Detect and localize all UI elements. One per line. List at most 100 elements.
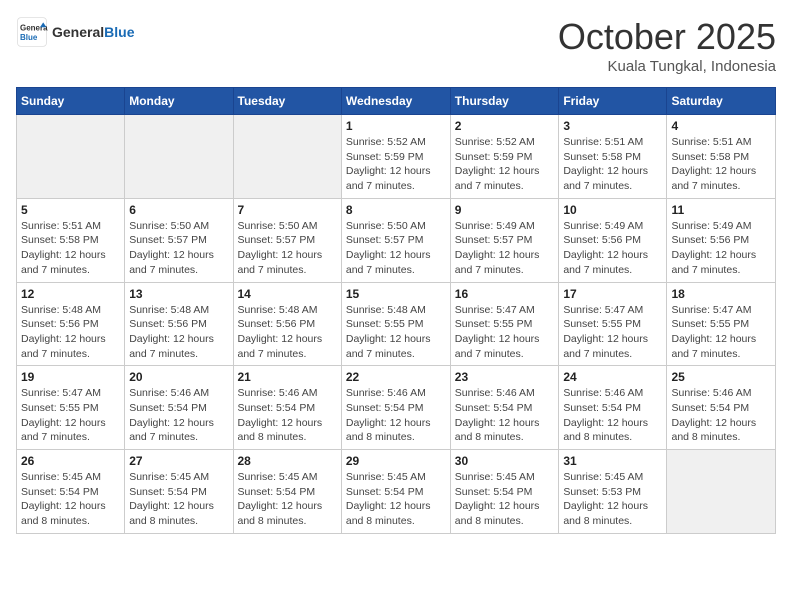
table-row: 20 Sunrise: 5:46 AM Sunset: 5:54 PM Dayli…: [125, 366, 233, 450]
day-info: Sunrise: 5:50 AM Sunset: 5:57 PM Dayligh…: [238, 219, 337, 278]
day-number: 29: [346, 454, 446, 468]
day-info: Sunrise: 5:48 AM Sunset: 5:56 PM Dayligh…: [21, 303, 120, 362]
day-info: Sunrise: 5:49 AM Sunset: 5:56 PM Dayligh…: [563, 219, 662, 278]
table-row: 29 Sunrise: 5:45 AM Sunset: 5:54 PM Dayli…: [341, 450, 450, 534]
table-row: 24Sunrise: 5:46 AM Sunset: 5:54 PM Dayli…: [559, 366, 667, 450]
day-info: Sunrise: 5:50 AM Sunset: 5:57 PM Dayligh…: [129, 219, 228, 278]
day-number: 30: [455, 454, 555, 468]
day-number: 23: [455, 370, 555, 384]
header-tuesday: Tuesday: [233, 88, 341, 115]
calendar-week-row: 1 Sunrise: 5:52 AM Sunset: 5:59 PM Daylig…: [17, 115, 776, 199]
day-info: Sunrise: 5:45 AM Sunset: 5:53 PM Dayligh…: [563, 470, 662, 529]
day-info: Sunrise: 5:48 AM Sunset: 5:55 PM Dayligh…: [346, 303, 446, 362]
table-row: 9 Sunrise: 5:49 AM Sunset: 5:57 PM Daylig…: [450, 198, 559, 282]
table-row: 11Sunrise: 5:49 AM Sunset: 5:56 PM Dayli…: [667, 198, 776, 282]
day-info: Sunrise: 5:47 AM Sunset: 5:55 PM Dayligh…: [563, 303, 662, 362]
table-row: [667, 450, 776, 534]
day-number: 2: [455, 119, 555, 133]
day-info: Sunrise: 5:46 AM Sunset: 5:54 PM Dayligh…: [238, 386, 337, 445]
table-row: 22 Sunrise: 5:46 AM Sunset: 5:54 PM Dayli…: [341, 366, 450, 450]
day-info: Sunrise: 5:45 AM Sunset: 5:54 PM Dayligh…: [238, 470, 337, 529]
table-row: 2Sunrise: 5:52 AM Sunset: 5:59 PM Daylig…: [450, 115, 559, 199]
day-info: Sunrise: 5:48 AM Sunset: 5:56 PM Dayligh…: [238, 303, 337, 362]
table-row: 25Sunrise: 5:46 AM Sunset: 5:54 PM Dayli…: [667, 366, 776, 450]
table-row: 14 Sunrise: 5:48 AM Sunset: 5:56 PM Dayli…: [233, 282, 341, 366]
day-info: Sunrise: 5:46 AM Sunset: 5:54 PM Dayligh…: [671, 386, 771, 445]
day-number: 3: [563, 119, 662, 133]
table-row: 31 Sunrise: 5:45 AM Sunset: 5:53 PM Dayli…: [559, 450, 667, 534]
calendar-header-row: Sunday Monday Tuesday Wednesday Thursday…: [17, 88, 776, 115]
table-row: [17, 115, 125, 199]
day-number: 14: [238, 287, 337, 301]
table-row: 6 Sunrise: 5:50 AM Sunset: 5:57 PM Daylig…: [125, 198, 233, 282]
day-info: Sunrise: 5:51 AM Sunset: 5:58 PM Dayligh…: [563, 135, 662, 194]
table-row: 5 Sunrise: 5:51 AM Sunset: 5:58 PM Daylig…: [17, 198, 125, 282]
header-monday: Monday: [125, 88, 233, 115]
table-row: 27 Sunrise: 5:45 AM Sunset: 5:54 PM Dayli…: [125, 450, 233, 534]
table-row: [125, 115, 233, 199]
table-row: [233, 115, 341, 199]
table-row: 13Sunrise: 5:48 AM Sunset: 5:56 PM Dayli…: [125, 282, 233, 366]
title-area: October 2025 Kuala Tungkal, Indonesia: [558, 16, 776, 75]
day-number: 4: [671, 119, 771, 133]
day-number: 22: [346, 370, 446, 384]
day-number: 24: [563, 370, 662, 384]
day-number: 18: [671, 287, 771, 301]
day-number: 19: [21, 370, 120, 384]
table-row: 17 Sunrise: 5:47 AM Sunset: 5:55 PM Dayli…: [559, 282, 667, 366]
day-info: Sunrise: 5:51 AM Sunset: 5:58 PM Dayligh…: [671, 135, 771, 194]
location-subtitle: Kuala Tungkal, Indonesia: [558, 58, 776, 75]
header-thursday: Thursday: [450, 88, 559, 115]
day-number: 27: [129, 454, 228, 468]
calendar-week-row: 26 Sunrise: 5:45 AM Sunset: 5:54 PM Dayli…: [17, 450, 776, 534]
table-row: 3 Sunrise: 5:51 AM Sunset: 5:58 PM Daylig…: [559, 115, 667, 199]
day-number: 9: [455, 203, 555, 217]
day-info: Sunrise: 5:46 AM Sunset: 5:54 PM Dayligh…: [129, 386, 228, 445]
day-info: Sunrise: 5:49 AM Sunset: 5:57 PM Dayligh…: [455, 219, 555, 278]
table-row: 10Sunrise: 5:49 AM Sunset: 5:56 PM Dayli…: [559, 198, 667, 282]
logo-icon: General Blue: [16, 16, 48, 48]
day-number: 31: [563, 454, 662, 468]
page-header: General Blue GeneralBlue October 2025 Ku…: [16, 16, 776, 75]
day-number: 8: [346, 203, 446, 217]
calendar-week-row: 19 Sunrise: 5:47 AM Sunset: 5:55 PM Dayli…: [17, 366, 776, 450]
table-row: 1 Sunrise: 5:52 AM Sunset: 5:59 PM Daylig…: [341, 115, 450, 199]
table-row: 23 Sunrise: 5:46 AM Sunset: 5:54 PM Dayli…: [450, 366, 559, 450]
day-info: Sunrise: 5:45 AM Sunset: 5:54 PM Dayligh…: [21, 470, 120, 529]
day-number: 20: [129, 370, 228, 384]
day-info: Sunrise: 5:52 AM Sunset: 5:59 PM Dayligh…: [346, 135, 446, 194]
day-info: Sunrise: 5:51 AM Sunset: 5:58 PM Dayligh…: [21, 219, 120, 278]
calendar-week-row: 12Sunrise: 5:48 AM Sunset: 5:56 PM Dayli…: [17, 282, 776, 366]
table-row: 7Sunrise: 5:50 AM Sunset: 5:57 PM Daylig…: [233, 198, 341, 282]
day-info: Sunrise: 5:45 AM Sunset: 5:54 PM Dayligh…: [129, 470, 228, 529]
day-number: 26: [21, 454, 120, 468]
month-title: October 2025: [558, 16, 776, 58]
day-info: Sunrise: 5:47 AM Sunset: 5:55 PM Dayligh…: [21, 386, 120, 445]
table-row: 16 Sunrise: 5:47 AM Sunset: 5:55 PM Dayli…: [450, 282, 559, 366]
day-info: Sunrise: 5:46 AM Sunset: 5:54 PM Dayligh…: [455, 386, 555, 445]
header-wednesday: Wednesday: [341, 88, 450, 115]
header-friday: Friday: [559, 88, 667, 115]
day-number: 11: [671, 203, 771, 217]
day-info: Sunrise: 5:45 AM Sunset: 5:54 PM Dayligh…: [455, 470, 555, 529]
day-number: 6: [129, 203, 228, 217]
svg-text:Blue: Blue: [20, 33, 38, 42]
day-info: Sunrise: 5:47 AM Sunset: 5:55 PM Dayligh…: [455, 303, 555, 362]
day-info: Sunrise: 5:45 AM Sunset: 5:54 PM Dayligh…: [346, 470, 446, 529]
day-info: Sunrise: 5:47 AM Sunset: 5:55 PM Dayligh…: [671, 303, 771, 362]
logo: General Blue GeneralBlue: [16, 16, 134, 48]
day-info: Sunrise: 5:46 AM Sunset: 5:54 PM Dayligh…: [346, 386, 446, 445]
table-row: 26 Sunrise: 5:45 AM Sunset: 5:54 PM Dayli…: [17, 450, 125, 534]
day-number: 17: [563, 287, 662, 301]
table-row: 15Sunrise: 5:48 AM Sunset: 5:55 PM Dayli…: [341, 282, 450, 366]
day-number: 1: [346, 119, 446, 133]
day-info: Sunrise: 5:48 AM Sunset: 5:56 PM Dayligh…: [129, 303, 228, 362]
day-number: 16: [455, 287, 555, 301]
table-row: 8 Sunrise: 5:50 AM Sunset: 5:57 PM Daylig…: [341, 198, 450, 282]
day-number: 28: [238, 454, 337, 468]
calendar-table: Sunday Monday Tuesday Wednesday Thursday…: [16, 87, 776, 534]
day-number: 21: [238, 370, 337, 384]
table-row: 28 Sunrise: 5:45 AM Sunset: 5:54 PM Dayli…: [233, 450, 341, 534]
day-info: Sunrise: 5:50 AM Sunset: 5:57 PM Dayligh…: [346, 219, 446, 278]
day-number: 5: [21, 203, 120, 217]
